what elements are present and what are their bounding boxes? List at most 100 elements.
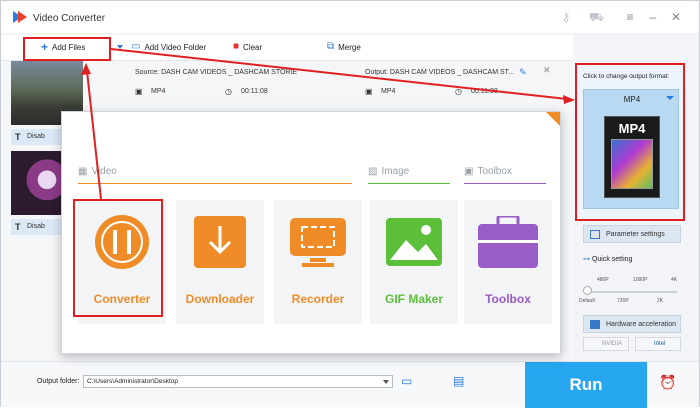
alarm-clock-icon[interactable]: ⏰: [659, 374, 676, 392]
output-folder-path: C:\Users\Administrator\Desktop: [87, 378, 179, 385]
section-image: ▨ Image: [368, 166, 409, 177]
menu-icon[interactable]: ≡: [623, 10, 637, 24]
parameter-settings-button[interactable]: Parameter settings: [583, 225, 681, 243]
hardware-acceleration-label: Hardware acceleration: [606, 321, 677, 328]
source-name: Source: DASH CAM VIDEOS _ DASHCAM STORIE: [135, 69, 298, 76]
merge-label: Merge: [338, 42, 361, 52]
parameter-settings-label: Parameter settings: [606, 231, 665, 238]
trash-icon: ■: [233, 41, 240, 52]
toolbox-label: Toolbox: [485, 292, 531, 306]
window-title: Video Converter: [33, 13, 106, 24]
tick-label: 2K: [657, 298, 664, 304]
output-format-highlight: Click to change output format: MP4 MP4: [575, 63, 685, 221]
popup-corner-ribbon: [546, 112, 560, 126]
text-icon: T: [15, 222, 21, 232]
slider-icon: ⊶: [583, 256, 592, 263]
quick-setting-label: ⊶ Quick setting: [583, 255, 632, 263]
subtitle-toggle[interactable]: T Disab: [11, 219, 63, 235]
gif-maker-icon: [386, 218, 442, 266]
video-list-icon[interactable]: ▤: [453, 374, 464, 388]
section-video-label: Video: [91, 166, 117, 177]
app-window: Video Converter ⚷ ⛟ ≡ – ✕ + Add Files ▭ …: [0, 0, 700, 408]
hardware-acceleration-button[interactable]: Hardware acceleration: [583, 315, 681, 333]
recorder-tile[interactable]: Recorder: [274, 200, 362, 324]
tick-label: 4K: [671, 277, 678, 283]
gif-maker-tile[interactable]: GIF Maker: [370, 200, 458, 324]
section-image-underline: [368, 183, 450, 184]
output-format-panel: Click to change output format: MP4 MP4 P…: [575, 61, 687, 361]
section-toolbox: ▣ Toolbox: [464, 166, 512, 177]
chevron-down-icon[interactable]: [383, 380, 389, 384]
image-icon: ▨: [368, 166, 378, 177]
intel-option[interactable]: Intel: [635, 337, 681, 351]
open-folder-icon[interactable]: ▭: [401, 374, 412, 388]
cart-icon[interactable]: ⛟: [589, 10, 604, 24]
key-icon[interactable]: ⚷: [559, 10, 573, 24]
folder-icon: ▭: [131, 41, 141, 52]
subtitle-toggle[interactable]: T Disab: [11, 129, 63, 145]
nvidia-option[interactable]: NVIDIA: [583, 337, 629, 351]
tick-label: 480P: [597, 277, 609, 283]
format-artwork: [611, 139, 653, 189]
video-file-icon: ▣: [135, 87, 143, 96]
add-files-dropdown-icon[interactable]: [117, 45, 123, 49]
disable-label: Disab: [27, 223, 45, 230]
film-icon: ▦: [78, 166, 88, 177]
clear-button[interactable]: ■ Clear: [233, 42, 262, 52]
chevron-down-icon: [666, 96, 674, 100]
file-info: Source: DASH CAM VIDEOS _ DASHCAM STORIE…: [125, 61, 565, 111]
section-video-underline: [78, 183, 352, 184]
downloader-label: Downloader: [185, 292, 255, 306]
quick-setting-text: Quick setting: [591, 256, 633, 263]
section-toolbox-underline: [464, 183, 546, 184]
output-folder-label: Output folder:: [37, 378, 80, 385]
converter-highlight: [73, 199, 163, 317]
gif-maker-label: GIF Maker: [384, 292, 444, 306]
recorder-icon: [290, 218, 346, 267]
section-toolbox-label: Toolbox: [477, 166, 512, 177]
output-format: MP4: [381, 88, 396, 95]
clock-icon: ◷: [225, 87, 232, 96]
disable-label: Disab: [27, 133, 45, 140]
toolbox-tile-icon: [478, 216, 538, 268]
source-format: MP4: [151, 88, 166, 95]
app-logo-icon: [13, 11, 27, 23]
settings-icon: [590, 230, 600, 239]
clear-label: Clear: [243, 42, 263, 52]
minimize-icon[interactable]: –: [646, 10, 660, 24]
tick-label: 720P: [617, 298, 629, 304]
run-button[interactable]: Run: [525, 362, 647, 408]
downloader-icon: [194, 216, 246, 268]
video-file-icon: ▣: [365, 87, 373, 96]
mp4-format-icon: MP4: [604, 116, 660, 198]
remove-icon[interactable]: ✕: [543, 65, 551, 76]
output-format-hint: Click to change output format:: [583, 73, 670, 80]
close-icon[interactable]: ✕: [669, 10, 683, 24]
mp4-logo-text: MP4: [618, 121, 646, 136]
edit-icon[interactable]: ✎: [519, 67, 527, 78]
section-video: ▦ Video: [78, 166, 117, 177]
quality-slider-track[interactable]: [587, 291, 677, 293]
text-icon: T: [15, 132, 21, 142]
toolbox-icon: ▣: [464, 166, 474, 177]
nvidia-label: NVIDIA: [602, 341, 623, 347]
merge-button[interactable]: ⧉ Merge: [327, 42, 361, 52]
section-image-label: Image: [381, 166, 410, 177]
title-bar: Video Converter ⚷ ⛟ ≡ – ✕: [1, 1, 699, 33]
source-duration: 00:11:08: [241, 88, 268, 95]
chip-icon: [590, 320, 600, 329]
output-format-selector[interactable]: MP4 MP4: [583, 89, 679, 209]
merge-icon: ⧉: [327, 41, 335, 52]
toolbox-tile[interactable]: Toolbox: [464, 200, 552, 324]
recorder-label: Recorder: [291, 292, 345, 306]
add-video-folder-button[interactable]: ▭ Add Video Folder: [131, 42, 206, 52]
downloader-tile[interactable]: Downloader: [176, 200, 264, 324]
clock-icon: ◷: [455, 87, 462, 96]
output-name[interactable]: Output: DASH CAM VIDEOS _ DASHCAM ST...: [365, 69, 514, 76]
output-folder-input[interactable]: C:\Users\Administrator\Desktop: [83, 375, 393, 388]
bottom-bar: Output folder: C:\Users\Administrator\De…: [1, 361, 699, 408]
tick-label: 1080P: [633, 277, 648, 283]
add-video-folder-label: Add Video Folder: [144, 42, 207, 52]
add-files-highlight: [23, 37, 111, 61]
quality-slider-handle[interactable]: [583, 286, 592, 295]
